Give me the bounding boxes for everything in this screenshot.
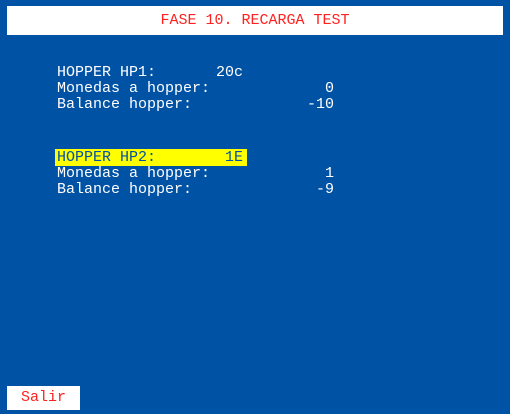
hopper2-coins-value: 1 bbox=[324, 165, 334, 182]
hopper1-coins-label: Monedas a hopper: bbox=[57, 80, 211, 97]
hopper2-label[interactable]: HOPPER HP2: bbox=[57, 150, 156, 166]
test-screen: FASE 10. RECARGA TEST HOPPER HP1: 20c Mo… bbox=[0, 0, 510, 414]
exit-button[interactable]: Salir bbox=[7, 386, 80, 410]
hopper2-balance-value: -9 bbox=[315, 181, 334, 198]
page-title: FASE 10. RECARGA TEST bbox=[7, 6, 503, 35]
hopper2-coins-label: Monedas a hopper: bbox=[57, 165, 211, 182]
hopper1-coins-value: 0 bbox=[324, 80, 334, 97]
hopper1-label: HOPPER HP1: bbox=[57, 64, 157, 81]
hopper1-value: 20c bbox=[215, 64, 243, 81]
hopper1-balance-value: -10 bbox=[306, 96, 334, 113]
hopper1-balance-label: Balance hopper: bbox=[57, 96, 193, 113]
hopper2-balance-label: Balance hopper: bbox=[57, 181, 193, 198]
hopper2-value[interactable]: 1E bbox=[225, 150, 243, 166]
